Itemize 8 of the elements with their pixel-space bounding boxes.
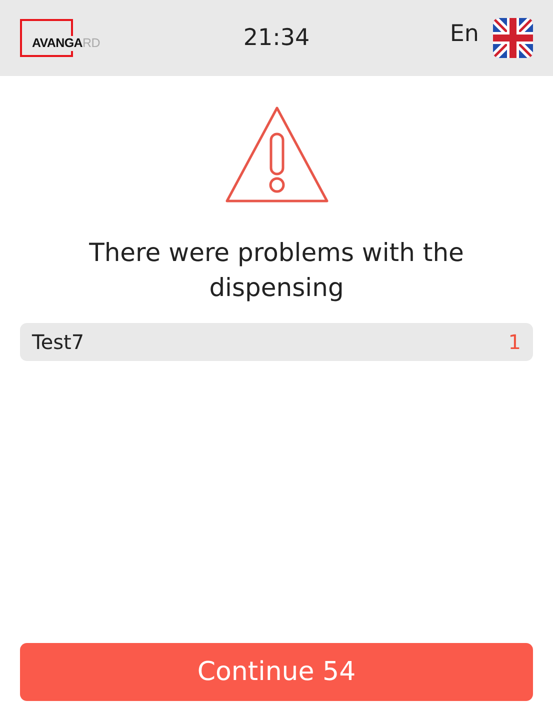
- error-message: There were problems with the dispensing: [88, 237, 465, 304]
- flag-icon[interactable]: [493, 18, 533, 58]
- item-count: 1: [508, 330, 521, 354]
- logo: AVANGARD: [20, 19, 101, 57]
- language-label[interactable]: En: [450, 21, 479, 47]
- warning-icon: [224, 106, 328, 203]
- item-name: Test7: [32, 330, 84, 354]
- clock-time: 21:34: [243, 25, 310, 51]
